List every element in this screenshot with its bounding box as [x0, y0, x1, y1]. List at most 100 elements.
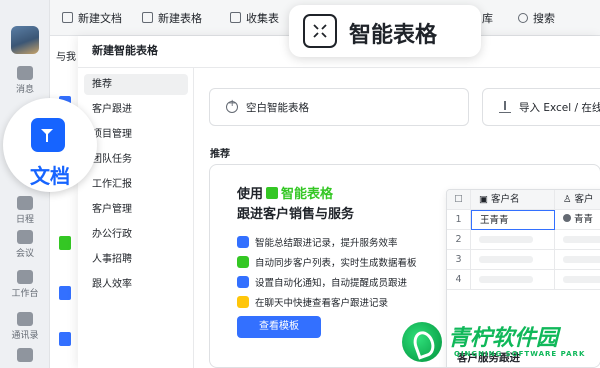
add-icon — [226, 98, 238, 113]
tab-label: 收集表 — [246, 12, 279, 25]
category-project-management[interactable]: 项目管理 — [84, 124, 188, 145]
ai-summary-icon — [237, 236, 249, 248]
feature-item: 自动同步客户列表，实时生成数据看板 — [237, 255, 417, 269]
view-template-button[interactable]: 查看模板 — [237, 316, 321, 338]
promo-highlight: 智能表格 — [281, 187, 334, 202]
category-team-tasks[interactable]: 团队任务 — [84, 149, 188, 170]
placeholder-bar — [563, 256, 600, 263]
feature-item: 智能总结跟进记录，提升服务效率 — [237, 235, 398, 249]
table-row: 4 — [447, 270, 600, 290]
sync-icon — [237, 256, 249, 268]
avatar — [563, 214, 571, 222]
feature-text: 设置自动化通知，自动提醒成员跟进 — [255, 278, 408, 289]
tab-library[interactable]: 库 — [482, 10, 493, 26]
smart-sheet-highlight-label: 智能表格 — [349, 23, 438, 48]
more-icon — [17, 348, 33, 362]
calendar-icon — [17, 196, 33, 210]
rail-item-label: 日程 — [15, 215, 34, 225]
docs-label: 文档 — [30, 164, 70, 188]
row-number: 1 — [447, 210, 471, 230]
upload-icon — [499, 101, 511, 113]
placeholder-bar — [479, 256, 533, 263]
row-number: 4 — [447, 270, 471, 290]
promo-headline: 使用 智能表格 — [237, 183, 333, 202]
form-icon — [230, 12, 241, 23]
column-header-customer: ▣ 客户名 — [471, 190, 555, 210]
feature-text: 自动同步客户列表，实时生成数据看板 — [255, 258, 417, 269]
rail-item-meetings[interactable]: 会议 — [0, 230, 50, 259]
rail-item-label: 消息 — [15, 85, 34, 95]
placeholder-bar — [563, 276, 600, 283]
rail-item-label: 通讯录 — [11, 331, 39, 341]
cell-placeholder — [555, 250, 600, 270]
template-category-sidebar: 推荐 客户跟进 项目管理 团队任务 工作汇报 客户管理 办公行政 人事招聘 跟人… — [78, 68, 194, 368]
placeholder-bar — [563, 236, 600, 243]
watermark-logo: 青柠软件园 QINGNING SOFTWARE PARK — [402, 316, 600, 368]
category-efficiency[interactable]: 跟人效率 — [84, 274, 188, 295]
column-label: 客户 — [574, 194, 594, 205]
blank-smart-sheet-card[interactable]: 空白智能表格 — [209, 88, 469, 126]
owner-name: 青青 — [574, 214, 594, 225]
rail-item-workspace[interactable]: 工作台 — [0, 270, 50, 299]
search-label: 搜索 — [533, 12, 555, 25]
avatar[interactable] — [11, 26, 39, 54]
feature-text: 在聊天中快捷查看客户跟进记录 — [255, 298, 389, 309]
leaf-logo-icon — [402, 322, 442, 362]
row-number: 3 — [447, 250, 471, 270]
tab-label: 新建文档 — [78, 12, 122, 25]
dialog-title: 新建智能表格 — [92, 44, 158, 57]
category-customer-follow[interactable]: 客户跟进 — [84, 99, 188, 120]
table-row: 3 — [447, 250, 600, 270]
sheet-header-row: ☐ ▣ 客户名 ♙ 客户 — [447, 190, 600, 210]
doc-file-icon[interactable] — [59, 332, 71, 346]
rail-item-calendar[interactable]: 日程 — [0, 196, 50, 225]
tab-new-doc[interactable]: 新建文档 — [62, 10, 122, 26]
category-hr-recruiting[interactable]: 人事招聘 — [84, 249, 188, 270]
doc-list-background: 与我 — [50, 36, 78, 368]
column-header-owner: ♙ 客户 — [563, 194, 594, 205]
import-excel-card[interactable]: 导入 Excel / 在线表 — [482, 88, 600, 126]
tab-new-sheet[interactable]: 新建表格 — [142, 10, 202, 26]
doc-file-icon[interactable] — [59, 286, 71, 300]
grid-icon — [17, 270, 33, 284]
category-recommended[interactable]: 推荐 — [84, 74, 188, 95]
cell-placeholder — [471, 250, 555, 270]
docs-icon — [31, 118, 65, 152]
rail-item-contacts[interactable]: 通讯录 — [0, 312, 50, 341]
blank-card-label: 空白智能表格 — [246, 102, 309, 114]
search-icon — [518, 13, 528, 23]
search-button[interactable]: 搜索 — [518, 10, 555, 26]
import-card-label: 导入 Excel / 在线表 — [519, 102, 600, 114]
column-label: 客户名 — [491, 194, 520, 205]
cell-placeholder — [471, 230, 555, 250]
category-customer-management[interactable]: 客户管理 — [84, 199, 188, 220]
tab-label: 库 — [482, 12, 493, 25]
select-all-checkbox: ☐ — [447, 190, 471, 210]
section-title: 推荐 — [210, 149, 230, 160]
smart-sheet-highlight: 智能表格 — [289, 5, 481, 57]
table-row: 1 王青青 青青 — [447, 210, 600, 230]
rail-item-messages[interactable]: 消息 — [0, 66, 50, 95]
tab-form[interactable]: 收集表 — [230, 10, 279, 26]
row-number: 2 — [447, 230, 471, 250]
feature-text: 智能总结跟进记录，提升服务效率 — [255, 238, 398, 249]
promo-prefix: 使用 — [237, 187, 264, 202]
placeholder-bar — [479, 236, 533, 243]
cell-owner: 青青 — [555, 210, 600, 230]
message-icon — [17, 66, 33, 80]
category-work-report[interactable]: 工作汇报 — [84, 174, 188, 195]
smart-sheet-icon — [303, 14, 337, 48]
video-icon — [17, 230, 33, 244]
rail-item-label: 工作台 — [11, 289, 39, 299]
sheet-icon — [142, 12, 153, 23]
table-row: 2 — [447, 230, 600, 250]
rail-item-more[interactable] — [0, 348, 50, 364]
category-office-admin[interactable]: 办公行政 — [84, 224, 188, 245]
sheet-file-icon[interactable] — [59, 236, 71, 250]
doc-icon — [62, 12, 73, 23]
feature-item: 设置自动化通知，自动提醒成员跟进 — [237, 275, 407, 289]
notify-icon — [237, 276, 249, 288]
cell-placeholder — [471, 270, 555, 290]
promo-subheadline: 跟进客户销售与服务 — [237, 207, 355, 222]
docs-highlight[interactable]: 文档 — [3, 98, 97, 192]
